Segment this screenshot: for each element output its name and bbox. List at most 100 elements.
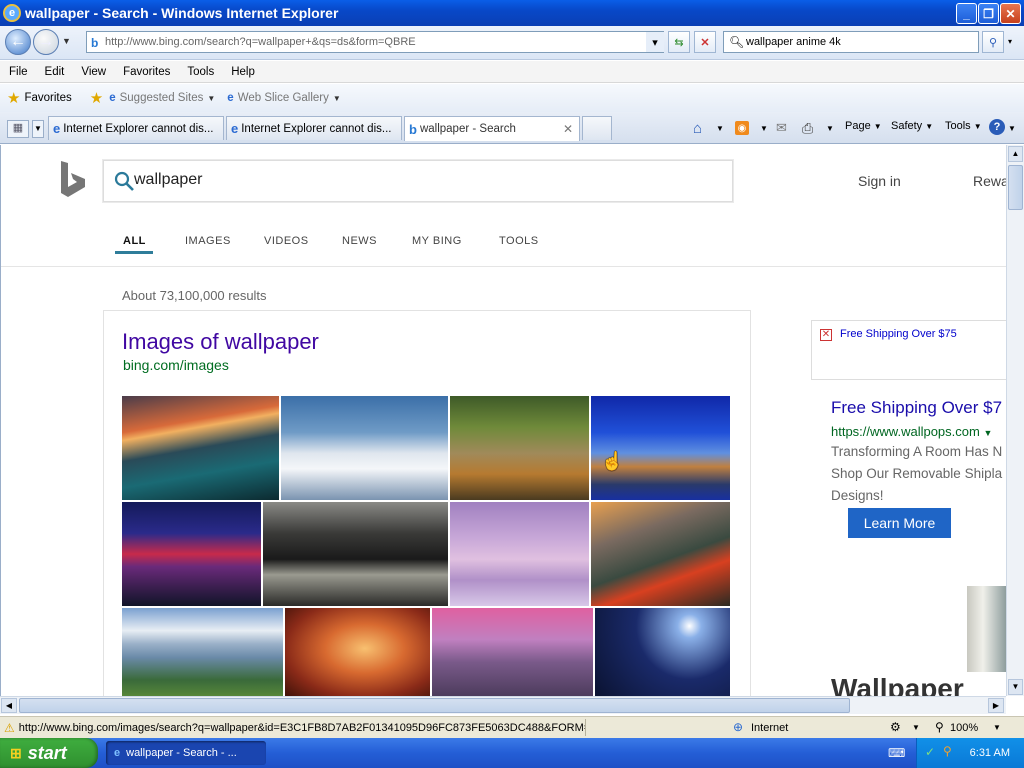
address-bar[interactable]: b http://www.bing.com/search?q=wallpaper… (86, 31, 664, 53)
zoom-icon[interactable]: ⚲ (935, 720, 944, 734)
stop-button[interactable]: ✕ (694, 31, 716, 53)
suggested-sites-dropdown-icon[interactable]: ▼ (207, 94, 215, 103)
image-result[interactable] (285, 608, 430, 696)
search-button[interactable]: ⚲ (982, 31, 1004, 53)
vertical-scroll-thumb[interactable] (1008, 165, 1023, 210)
ad-url[interactable]: https://www.wallpops.com ▼ (831, 424, 992, 439)
nav-my-bing[interactable]: MY BING (412, 235, 462, 247)
ad-description-line: Designs! (831, 488, 884, 503)
refresh-button[interactable]: ⇆ (668, 31, 690, 53)
bing-tab-icon: b (409, 121, 417, 137)
tab-ie-cannot-display-1[interactable]: e Internet Explorer cannot dis... (48, 116, 224, 140)
image-result[interactable] (450, 396, 589, 500)
image-result[interactable] (432, 608, 593, 696)
add-favorites-icon[interactable]: ★ (90, 89, 103, 107)
zoom-dropdown-icon[interactable]: ▼ (993, 723, 1001, 732)
scroll-right-icon[interactable]: ▶ (988, 698, 1004, 713)
image-result[interactable] (122, 502, 261, 606)
keyboard-icon[interactable]: ⌨ (888, 746, 905, 760)
image-result[interactable] (263, 502, 448, 606)
nav-videos[interactable]: VIDEOS (264, 235, 309, 247)
menu-favorites[interactable]: Favorites (114, 66, 178, 78)
image-result[interactable] (122, 396, 279, 500)
quick-tabs-icon[interactable]: ▦ (7, 120, 29, 138)
search-input[interactable]: 🔍︎ wallpaper anime 4k (723, 31, 979, 53)
ad-thumbnail-image[interactable] (967, 586, 1006, 672)
safety-menu[interactable]: Safety ▼ (891, 120, 933, 132)
feeds-icon[interactable]: ◉ (735, 121, 749, 135)
history-dropdown-icon[interactable]: ▼ (62, 36, 71, 46)
image-result[interactable] (450, 502, 589, 606)
restore-button[interactable]: ❐ (978, 3, 999, 24)
ad-title-link[interactable]: Free Shipping Over $7 (831, 398, 1002, 418)
menu-file[interactable]: File (0, 66, 36, 78)
search-tray-icon[interactable]: ⚲ (943, 744, 952, 758)
nav-news[interactable]: NEWS (342, 235, 377, 247)
menu-edit[interactable]: Edit (36, 66, 73, 78)
tab-ie-cannot-display-2[interactable]: e Internet Explorer cannot dis... (226, 116, 402, 140)
forward-button[interactable]: → (33, 29, 59, 55)
tab-wallpaper-search[interactable]: b wallpaper - Search ✕ (404, 116, 580, 141)
help-icon[interactable]: ? (989, 119, 1005, 135)
home-icon[interactable]: ⌂ (693, 120, 702, 137)
web-slice-gallery-link[interactable]: Web Slice Gallery (238, 92, 329, 104)
tools-menu[interactable]: Tools ▼ (945, 120, 982, 132)
rewards-link[interactable]: Rewa (973, 173, 1006, 189)
images-answer-title[interactable]: Images of wallpaper (122, 329, 319, 355)
tab-list-dropdown-icon[interactable]: ▼ (32, 120, 44, 138)
nav-tools[interactable]: TOOLS (499, 235, 539, 247)
vertical-scrollbar[interactable]: ▲ ▼ (1006, 145, 1024, 696)
read-mail-icon[interactable]: ✉ (776, 120, 787, 136)
image-result[interactable] (595, 608, 730, 696)
zoom-level[interactable]: 100% (950, 722, 978, 734)
sign-in-link[interactable]: Sign in (858, 173, 901, 189)
ad-description-line: Transforming A Room Has N (831, 444, 1003, 459)
nav-all[interactable]: ALL (123, 235, 146, 247)
favorites-button[interactable]: Favorites (24, 92, 71, 104)
scroll-down-icon[interactable]: ▼ (1008, 679, 1023, 695)
address-dropdown-icon[interactable]: ▾ (646, 32, 664, 52)
image-result[interactable] (281, 396, 448, 500)
nav-images[interactable]: IMAGES (185, 235, 231, 247)
menu-tools[interactable]: Tools (178, 66, 222, 78)
image-result[interactable] (591, 502, 730, 606)
close-button[interactable]: ✕ (1000, 3, 1021, 24)
back-button[interactable]: ← (5, 29, 31, 55)
feeds-dropdown-icon[interactable]: ▼ (760, 124, 768, 133)
horizontal-scroll-thumb[interactable] (19, 698, 850, 713)
protected-mode-icon[interactable]: ⚙ (890, 720, 901, 734)
search-options-icon[interactable]: ▾ (1008, 37, 1012, 46)
image-result[interactable] (122, 608, 283, 696)
learn-more-button[interactable]: Learn More (848, 508, 951, 538)
bing-search-box[interactable]: wallpaper (103, 160, 733, 202)
protected-mode-dropdown-icon[interactable]: ▼ (912, 723, 920, 732)
bing-search-icon[interactable] (114, 171, 136, 193)
help-dropdown-icon[interactable]: ▼ (1008, 124, 1016, 133)
horizontal-scrollbar[interactable]: ◀ ▶ (0, 696, 1006, 714)
scroll-left-icon[interactable]: ◀ (1, 698, 17, 713)
bing-logo-icon[interactable] (59, 159, 89, 199)
ie-logo-icon: e (3, 4, 21, 22)
ad-banner[interactable]: ✕ Free Shipping Over $75 (811, 320, 1006, 380)
web-slice-dropdown-icon[interactable]: ▼ (333, 94, 341, 103)
menu-view[interactable]: View (72, 66, 114, 78)
minimize-button[interactable]: _ (956, 3, 977, 24)
print-icon[interactable]: ⎙ (802, 120, 813, 137)
start-button[interactable]: ⊞ start (0, 738, 98, 768)
ad-url-dropdown-icon[interactable]: ▼ (983, 428, 992, 438)
close-tab-icon[interactable]: ✕ (563, 122, 573, 136)
menu-help[interactable]: Help (222, 66, 263, 78)
suggested-sites-link[interactable]: Suggested Sites (120, 92, 204, 104)
image-result[interactable] (591, 396, 730, 500)
wallpaper-heading[interactable]: Wallpaper (831, 673, 964, 696)
home-dropdown-icon[interactable]: ▼ (716, 124, 724, 133)
windows-logo-icon: ⊞ (10, 744, 22, 761)
page-menu[interactable]: Page ▼ (845, 120, 882, 132)
new-tab-button[interactable] (582, 116, 612, 140)
images-answer-url[interactable]: bing.com/images (123, 357, 229, 373)
print-dropdown-icon[interactable]: ▼ (826, 124, 834, 133)
scroll-up-icon[interactable]: ▲ (1008, 146, 1023, 162)
status-bar: ⚠ http://www.bing.com/images/search?q=wa… (0, 716, 1024, 738)
network-tray-icon[interactable]: ✓ (925, 745, 935, 759)
taskbar-ie-window[interactable]: e wallpaper - Search - ... (106, 741, 266, 765)
